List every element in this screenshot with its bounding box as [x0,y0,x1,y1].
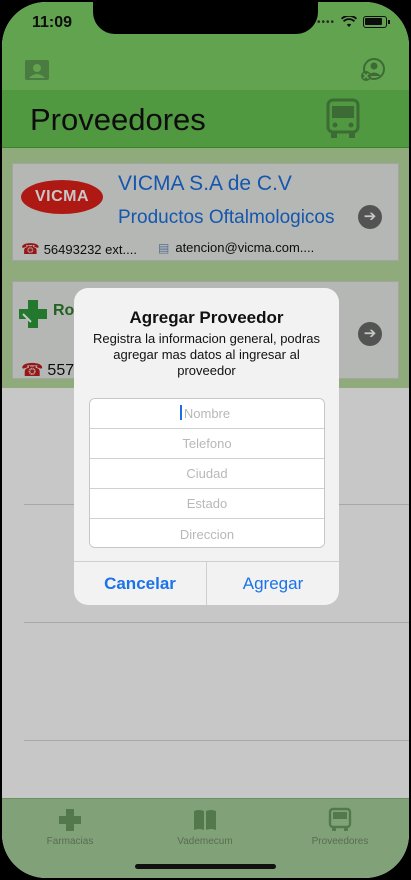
screen: 11:09 •••• Proveedores VICMA VICMA S.A d… [2,2,409,878]
device-frame: 11:09 •••• Proveedores VICMA VICMA S.A d… [0,0,411,880]
direccion-input[interactable] [90,519,324,547]
dialog-fields [89,398,325,548]
add-button[interactable]: Agregar [207,562,339,605]
ciudad-input[interactable] [90,459,324,489]
nombre-input[interactable] [90,399,324,429]
text-cursor [180,405,182,420]
dialog-message: Registra la informacion general, podras … [93,331,320,378]
telefono-input[interactable] [90,429,324,459]
dialog-title: Agregar Proveedor [129,308,284,327]
home-indicator[interactable] [135,864,276,869]
dialog-actions: Cancelar Agregar [74,561,339,605]
estado-input[interactable] [90,489,324,519]
cancel-button[interactable]: Cancelar [74,562,207,605]
add-provider-dialog: Agregar Proveedor Registra la informacio… [74,288,339,605]
